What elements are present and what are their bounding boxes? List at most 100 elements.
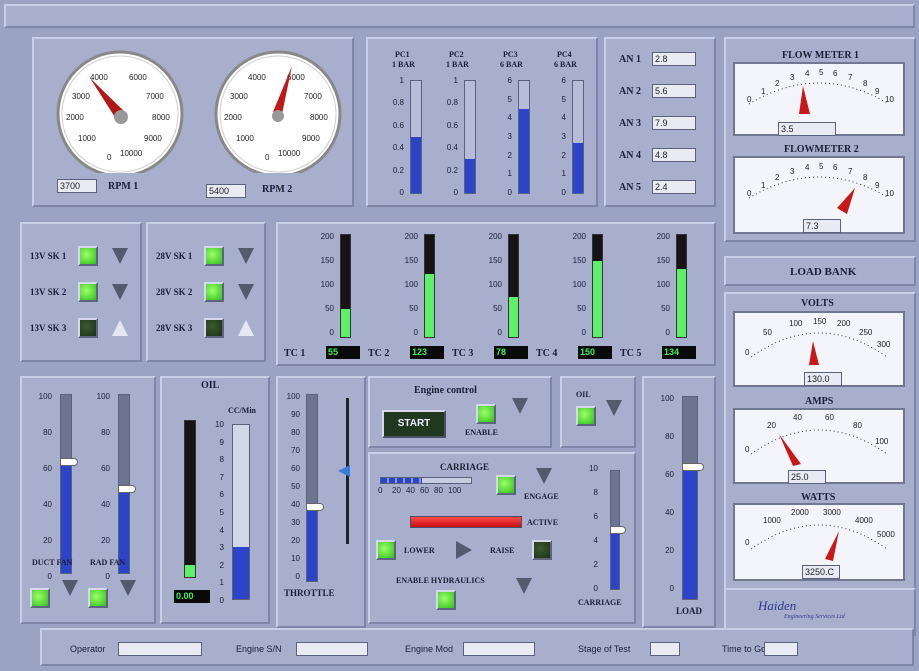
footer-input[interactable] [650,642,680,656]
an-label: AN 1 [619,54,641,65]
throttle-setpoint-arrow[interactable] [338,465,350,477]
amps-tick: 20 [767,421,776,430]
down-arrow-icon[interactable] [112,248,128,264]
carriage-scale-tick: 40 [406,486,415,495]
throttle-tick: 70 [291,446,300,455]
carriage-vtick: 10 [589,464,598,473]
tc-tick: 100 [488,280,502,289]
oil-tick: 1 [219,578,224,588]
duct-fan-thumb[interactable] [60,458,78,467]
up-arrow-icon[interactable] [112,320,128,336]
rpm2-tick: 2000 [224,113,242,122]
tc-tick: 0 [329,328,334,337]
sk-led[interactable] [204,246,224,266]
tc-label: TC 3 [452,348,474,359]
carriage-vlabel: CARRIAGE [578,598,622,607]
footer-input[interactable] [118,642,202,656]
volts-title: VOLTS [801,298,834,309]
sk-led[interactable] [204,282,224,302]
fm1-tick: 9 [875,87,880,96]
fm2-tick: 10 [885,189,894,198]
raise-led[interactable] [532,540,552,560]
tc-tick: 100 [320,280,334,289]
load-thumb[interactable] [682,463,704,472]
flowmeter2-value: 7.3 [803,219,841,233]
watts-tick: 3000 [823,508,841,517]
duct-fan-led[interactable] [30,588,50,608]
load-tick: 100 [660,394,674,403]
duct-fan-slider[interactable] [60,394,72,574]
engine-dropdown-icon[interactable] [512,398,528,414]
oil-digital: 0.00 [174,590,210,603]
footer-input[interactable] [463,642,535,656]
tc-tick: 150 [572,256,586,265]
sk-label: 28V SK 1 [156,251,193,261]
rad-fan-led[interactable] [88,588,108,608]
carriage-title: CARRIAGE [440,462,490,472]
tc-tick: 200 [656,232,670,241]
engage-dropdown-icon[interactable] [536,468,552,484]
oil2-panel [560,376,636,448]
fm2-tick: 7 [848,167,853,176]
throttle-slider[interactable] [306,394,318,582]
load-slider[interactable] [682,396,698,600]
rad-fan-slider[interactable] [118,394,130,574]
oil2-label: OIL [576,390,591,399]
oil2-led[interactable] [576,406,596,426]
down-arrow-icon[interactable] [238,248,254,264]
fan-tick: 20 [101,536,110,545]
amps-tick: 80 [853,421,862,430]
engage-led[interactable] [496,475,516,495]
pc-tick: 0.8 [446,98,458,108]
raise-arrow-icon[interactable] [456,541,472,559]
pc-bar [572,80,584,194]
tc-tick: 50 [493,304,502,313]
rpm1-tick: 9000 [144,134,162,143]
sk-led[interactable] [78,246,98,266]
sk-label: 13V SK 1 [30,251,67,261]
sk-led[interactable] [78,282,98,302]
down-arrow-icon[interactable] [112,284,128,300]
footer-label: Time to Go [722,644,767,654]
rpm1-tick: 10000 [120,149,143,158]
fan-tick: 80 [43,428,52,437]
rad-fan-label: RAD FAN [90,558,126,567]
engine-control-title: Engine control [414,385,477,396]
sk-led[interactable] [204,318,224,338]
fm2-tick: 4 [805,163,810,172]
pc-title: PC3 [503,50,518,59]
lower-led[interactable] [376,540,396,560]
carriage-thumb[interactable] [610,526,626,534]
oil2-dropdown-icon[interactable] [606,400,622,416]
hydraulics-led[interactable] [436,590,456,610]
down-arrow-icon[interactable] [238,284,254,300]
pc-tick: 1 [399,76,404,85]
tc-tick: 200 [488,232,502,241]
fan-tick: 60 [43,464,52,473]
tc-tick: 150 [488,256,502,265]
throttle-thumb[interactable] [306,502,324,511]
carriage-vtick: 2 [593,560,598,569]
up-arrow-icon[interactable] [238,320,254,336]
amps-tick: 0 [745,445,750,454]
start-button[interactable]: START [382,410,446,438]
enable-led[interactable] [476,404,496,424]
carriage-vtick: 8 [593,488,598,497]
volts-needle [809,341,819,365]
volts-tick: 250 [859,328,873,337]
sk-led[interactable] [78,318,98,338]
dropdown-icon[interactable] [62,580,78,596]
footer-input[interactable] [764,642,798,656]
oil-title: OIL [201,380,220,391]
hydraulics-dropdown-icon[interactable] [516,578,532,594]
rad-fan-thumb[interactable] [118,485,136,494]
fan-tick: 60 [101,464,110,473]
footer-input[interactable] [296,642,368,656]
oil-flow-bar [232,424,250,600]
dropdown-icon[interactable] [120,580,136,596]
oil-tick: 3 [219,543,224,553]
tc-tick: 50 [661,304,670,313]
amps-tick: 40 [793,413,802,422]
tc-digital: 55 [326,346,360,359]
pc-tick: 2 [561,150,566,160]
